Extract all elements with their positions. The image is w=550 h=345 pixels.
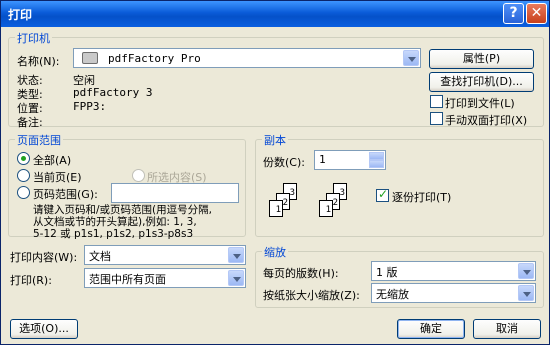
- print-to-file-label[interactable]: 打印到文件(L): [445, 95, 515, 111]
- ok-button[interactable]: 确定: [397, 319, 465, 339]
- collate-page-icon: 1: [269, 200, 283, 217]
- collate-label[interactable]: 逐份打印(T): [392, 189, 451, 205]
- print-value: 范围中所有页面: [89, 273, 166, 286]
- window-title: 打印: [8, 8, 33, 22]
- print-select[interactable]: 范围中所有页面: [84, 268, 246, 288]
- range-all-label[interactable]: 全部(A): [33, 152, 71, 168]
- range-pages-label[interactable]: 页码范围(G):: [33, 186, 98, 202]
- type-value: pdfFactory 3: [73, 86, 153, 99]
- comment-label: 备注:: [17, 116, 43, 129]
- printer-name-label: 名称(N):: [17, 55, 60, 68]
- print-to-file-checkbox[interactable]: [430, 95, 443, 108]
- print-what-value: 文档: [89, 250, 111, 263]
- print-dialog: 打印 ? ✕ 打印机 名称(N): pdfFactory Pro 状态: 空闲 …: [0, 0, 550, 345]
- chevron-down-icon[interactable]: [518, 263, 534, 279]
- collate-checkbox[interactable]: [376, 187, 389, 202]
- chevron-down-icon[interactable]: [403, 50, 419, 66]
- page-range-group-title: 页面范围: [15, 132, 63, 148]
- chevron-down-icon[interactable]: [228, 247, 244, 263]
- scale-select[interactable]: 无缩放: [371, 283, 536, 303]
- scale-value: 无缩放: [376, 288, 409, 301]
- pages-per-sheet-label: 每页的版数(H):: [263, 267, 339, 280]
- collate-page-icon: 1: [319, 200, 333, 217]
- properties-button[interactable]: 属性(P): [429, 49, 534, 69]
- copies-count-value: 1: [319, 153, 326, 166]
- location-value: FPP3:: [73, 100, 107, 113]
- options-button[interactable]: 选项(O)...: [10, 319, 78, 339]
- range-current-label[interactable]: 当前页(E): [33, 169, 82, 185]
- printer-name-value: pdfFactory Pro: [108, 52, 201, 65]
- printer-name-select[interactable]: pdfFactory Pro: [73, 48, 421, 68]
- print-what-select[interactable]: 文档: [84, 245, 246, 265]
- cancel-button[interactable]: 取消: [473, 319, 541, 339]
- pages-per-sheet-value: 1 版: [376, 266, 398, 279]
- help-button[interactable]: ?: [503, 3, 524, 24]
- pages-per-sheet-select[interactable]: 1 版: [371, 261, 536, 281]
- range-all-radio[interactable]: [17, 152, 30, 165]
- find-printer-button[interactable]: 查找打印机(D)...: [429, 72, 534, 92]
- copies-group-title: 副本: [262, 132, 288, 148]
- close-button[interactable]: ✕: [526, 3, 547, 24]
- printer-icon: [82, 52, 98, 64]
- page-range-input[interactable]: [111, 183, 239, 203]
- manual-duplex-label[interactable]: 手动双面打印(X): [445, 112, 527, 128]
- copies-count-label: 份数(C):: [263, 156, 305, 169]
- spin-down-icon[interactable]: [369, 160, 384, 168]
- print-label: 打印(R):: [10, 274, 52, 287]
- range-selection-radio[interactable]: [132, 169, 145, 182]
- scale-label: 按纸张大小缩放(Z):: [263, 289, 360, 302]
- copies-count-input[interactable]: 1: [314, 150, 386, 170]
- spin-up-icon[interactable]: [369, 152, 384, 160]
- page-range-hint-3: 5-12 或 p1s1, p1s2, p1s3-p8s3: [33, 228, 194, 240]
- range-current-radio[interactable]: [17, 169, 30, 182]
- print-what-label: 打印内容(W):: [10, 251, 78, 264]
- title-bar[interactable]: 打印 ? ✕: [1, 1, 549, 27]
- chevron-down-icon[interactable]: [518, 285, 534, 301]
- range-pages-radio[interactable]: [17, 186, 30, 199]
- zoom-group-title: 缩放: [262, 244, 288, 260]
- manual-duplex-checkbox[interactable]: [430, 112, 443, 125]
- printer-group-title: 打印机: [15, 30, 52, 46]
- chevron-down-icon[interactable]: [228, 270, 244, 286]
